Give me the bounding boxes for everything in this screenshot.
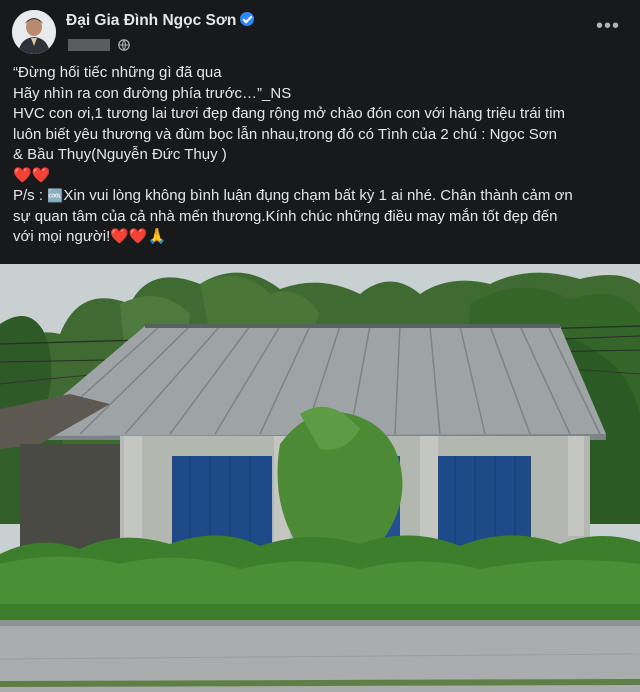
hearts-emoji: ❤️❤️ <box>13 166 51 184</box>
caption-line: sự quan tâm của cả nhà mến thương.Kính c… <box>13 207 558 225</box>
post-meta <box>66 36 131 52</box>
post-caption: “Đừng hối tiếc những gì đã qua Hãy nhìn … <box>13 63 633 248</box>
more-options-button[interactable]: ••• <box>596 15 620 38</box>
closing-text: với mọi người! <box>13 228 111 245</box>
ps-label: P/s : <box>13 187 48 204</box>
caption-line: Hãy nhìn ra con đường phía trước…”_NS <box>13 84 292 102</box>
hearts-prayer-emoji: ❤️❤️🙏 <box>110 228 167 245</box>
caption-line: luôn biết yêu thương và đùm bọc lẫn nhau… <box>13 125 557 143</box>
more-horizontal-icon[interactable]: ••• <box>596 15 620 37</box>
cool-emoji-icon: 🆒 <box>47 188 64 203</box>
caption-line: HVC con ơi,1 tương lai tươi đẹp đang rộn… <box>13 105 566 122</box>
verified-badge-icon <box>240 12 255 26</box>
post-photo[interactable] <box>0 264 640 692</box>
ps-text: Xin vui lòng không bình luận đụng chạm b… <box>63 187 573 204</box>
page-name-link[interactable]: Đại Gia Đình Ngọc Sơn <box>66 12 255 30</box>
facebook-post: Đại Gia Đình Ngọc Sơn ••• “Đừng hối tiếc… <box>0 0 640 692</box>
timestamp-obscured[interactable] <box>68 38 110 51</box>
caption-line: & Bầu Thụy(Nguyễn Đức Thụy ) <box>13 146 227 163</box>
globe-icon[interactable] <box>118 38 131 51</box>
page-name[interactable]: Đại Gia Đình Ngọc Sơn <box>66 12 236 29</box>
caption-line: P/s : 🆒Xin vui lòng không bình luận đụng… <box>13 186 633 207</box>
caption-line: với mọi người!❤️❤️🙏 <box>13 227 633 248</box>
caption-line: “Đừng hối tiếc những gì đã qua <box>13 64 222 81</box>
avatar-image <box>12 10 56 54</box>
page-avatar[interactable] <box>12 10 56 54</box>
post-header: Đại Gia Đình Ngọc Sơn ••• <box>0 0 640 60</box>
